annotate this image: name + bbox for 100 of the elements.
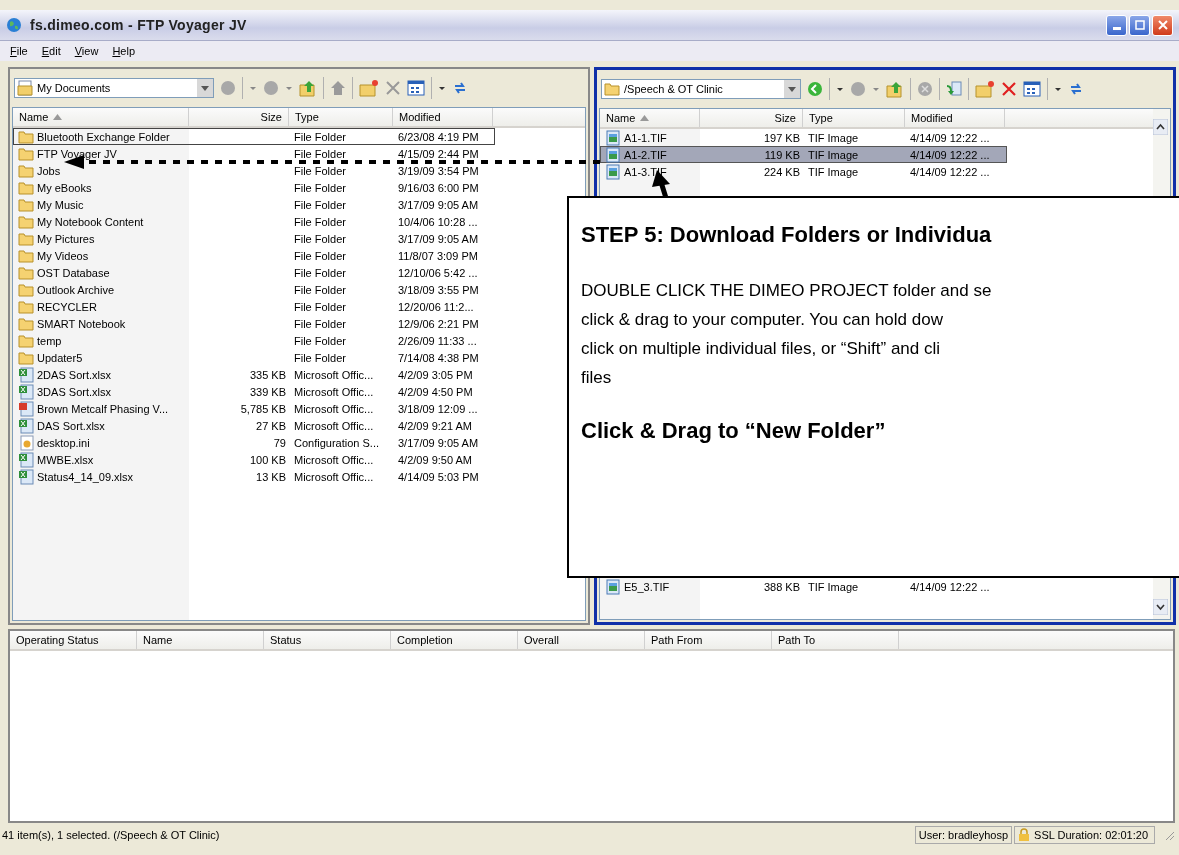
menu-item[interactable]: File [10, 45, 28, 57]
column-header[interactable]: Path To [772, 631, 899, 649]
file-modified: 11/8/07 3:09 PM [398, 249, 478, 262]
column-header[interactable]: Status [264, 631, 391, 649]
file-name: OST Database [37, 266, 110, 279]
file-type: Microsoft Offic... [294, 402, 374, 415]
file-name: Bluetooth Exchange Folder [37, 130, 170, 143]
forward-icon[interactable] [263, 80, 279, 96]
file-row[interactable]: E5_3.TIF 388 KB TIF Image 4/14/09 12:22 ... [600, 578, 1007, 595]
user-text: User: bradleyhosp [914, 826, 1013, 844]
globe-icon [6, 17, 22, 33]
file-row[interactable]: My Notebook Content File Folder 10/4/06 10:28 ... [13, 213, 495, 230]
column-header[interactable]: Type [289, 108, 393, 126]
window-title: fs.dimeo.com - FTP Voyager JV [30, 17, 248, 33]
file-row[interactable]: temp File Folder 2/26/09 11:33 ... [13, 332, 495, 349]
file-type: File Folder [294, 351, 346, 364]
stop-icon[interactable] [917, 81, 933, 97]
image-file-icon [605, 578, 621, 595]
menu-item[interactable]: Help [112, 45, 135, 57]
file-size: 339 KB [249, 385, 286, 398]
column-header[interactable]: Modified [393, 108, 493, 126]
path-dropdown[interactable]: My Documents [14, 78, 214, 98]
up-folder-icon[interactable] [886, 80, 904, 98]
step-heading: STEP 5: Download Folders or Individua [581, 222, 992, 248]
column-header[interactable]: Name [137, 631, 264, 649]
file-modified: 3/19/09 3:54 PM [398, 164, 479, 177]
file-row[interactable]: OST Database File Folder 12/10/06 5:42 ... [13, 264, 495, 281]
column-header[interactable]: Path From [645, 631, 772, 649]
column-header[interactable]: Overall [518, 631, 645, 649]
file-row[interactable]: A1-2.TIF 119 KB TIF Image 4/14/09 12:22 ... [600, 146, 1007, 163]
file-name: My eBooks [37, 181, 92, 194]
file-row[interactable]: A1-1.TIF 197 KB TIF Image 4/14/09 12:22 ... [600, 129, 1007, 146]
folder-icon [604, 82, 620, 96]
file-type: Microsoft Offic... [294, 385, 374, 398]
column-header[interactable]: Completion [391, 631, 518, 649]
file-row[interactable]: MWBE.xlsx 100 KB Microsoft Offic... 4/2/09 9:50 AM [13, 451, 495, 468]
maximize-button[interactable] [1129, 14, 1150, 36]
file-name: DAS Sort.xlsx [37, 419, 105, 432]
scroll-up-icon[interactable] [1153, 119, 1168, 135]
refresh-icon[interactable] [452, 80, 468, 96]
file-row[interactable]: My Videos File Folder 11/8/07 3:09 PM [13, 247, 495, 264]
resize-grip-icon[interactable] [1163, 829, 1175, 841]
file-name: A1-2.TIF [624, 148, 667, 161]
view-grid-icon[interactable] [407, 80, 425, 96]
home-icon[interactable] [330, 80, 346, 96]
menu-item[interactable]: View [74, 45, 99, 57]
file-row[interactable]: My eBooks File Folder 9/16/03 6:00 PM [13, 179, 495, 196]
file-row[interactable]: SMART Notebook File Folder 12/9/06 2:21 PM [13, 315, 495, 332]
folder-icon [18, 231, 34, 246]
file-name: My Music [37, 198, 84, 211]
delete-icon[interactable] [385, 80, 401, 96]
minimize-button[interactable] [1106, 14, 1127, 36]
documents-icon [17, 80, 33, 96]
file-type: File Folder [294, 266, 346, 279]
file-row[interactable]: Brown Metcalf Phasing V... 5,785 KB Microsoft Offic... 3/18/09 12:09 ... [13, 400, 495, 417]
spreadsheet-icon [18, 417, 34, 434]
scroll-down-icon[interactable] [1153, 599, 1168, 615]
file-row[interactable]: 3DAS Sort.xlsx 339 KB Microsoft Offic... 4/2/09 4:50 PM [13, 383, 495, 400]
file-row[interactable]: My Music File Folder 3/17/09 9:05 AM [13, 196, 495, 213]
image-file-icon [605, 163, 621, 180]
file-row[interactable]: desktop.ini 79 Configuration S... 3/17/09 9:05 AM [13, 434, 495, 451]
column-header[interactable]: Name [600, 109, 700, 127]
column-header[interactable]: Modified [905, 109, 1005, 127]
file-row[interactable]: Jobs File Folder 3/19/09 3:54 PM [13, 162, 495, 179]
column-header[interactable]: Size [189, 108, 289, 126]
file-row[interactable]: RECYCLER File Folder 12/20/06 11:2... [13, 298, 495, 315]
file-row[interactable]: Status4_14_09.xlsx 13 KB Microsoft Offic... 4/14/09 5:03 PM [13, 468, 495, 485]
file-type: Microsoft Offic... [294, 470, 374, 483]
back-icon[interactable] [807, 81, 823, 97]
file-type: TIF Image [808, 580, 859, 593]
file-row[interactable]: Outlook Archive File Folder 3/18/09 3:55 PM [13, 281, 495, 298]
download-icon[interactable] [946, 81, 962, 97]
refresh-icon[interactable] [1068, 81, 1084, 97]
path-dropdown[interactable]: /Speech & OT Clinic [601, 79, 801, 99]
column-header[interactable]: Type [803, 109, 905, 127]
new-folder-icon[interactable] [359, 79, 379, 97]
file-row[interactable]: DAS Sort.xlsx 27 KB Microsoft Offic... 4/2/09 9:21 AM [13, 417, 495, 434]
delete-icon[interactable] [1001, 81, 1017, 97]
file-row[interactable]: Updater5 File Folder 7/14/08 4:38 PM [13, 349, 495, 366]
file-row[interactable]: My Pictures File Folder 3/17/09 9:05 AM [13, 230, 495, 247]
folder-icon [18, 163, 34, 178]
file-modified: 12/20/06 11:2... [398, 300, 474, 313]
file-row[interactable]: Bluetooth Exchange Folder File Folder 6/23/08 4:19 PM [13, 128, 495, 145]
file-size: 119 KB [764, 148, 800, 161]
file-type: File Folder [294, 130, 346, 143]
file-row[interactable]: 2DAS Sort.xlsx 335 KB Microsoft Offic... 4/2/09 3:05 PM [13, 366, 495, 383]
up-folder-icon[interactable] [299, 79, 317, 97]
close-button[interactable] [1152, 14, 1173, 36]
back-icon[interactable] [220, 80, 236, 96]
file-type: File Folder [294, 164, 346, 177]
view-grid-icon[interactable] [1023, 81, 1041, 97]
document-icon [18, 400, 34, 417]
column-header[interactable]: Size [700, 109, 803, 127]
forward-icon[interactable] [850, 81, 866, 97]
column-header[interactable]: Operating Status [10, 631, 137, 649]
column-header[interactable]: Name [13, 108, 189, 126]
new-folder-icon[interactable] [975, 80, 995, 98]
menu-item[interactable]: Edit [41, 45, 61, 57]
file-modified: 7/14/08 4:38 PM [398, 351, 479, 364]
instruction-line: DOUBLE CLICK THE DIMEO PROJECT folder and se [581, 280, 992, 302]
